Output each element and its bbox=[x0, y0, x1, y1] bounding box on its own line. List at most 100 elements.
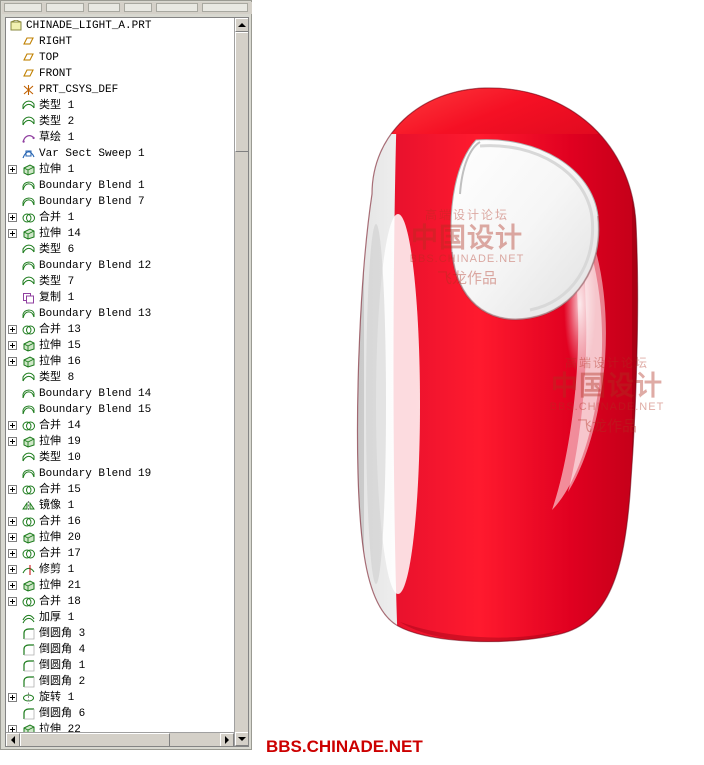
tree-expander-icon[interactable] bbox=[8, 229, 17, 238]
blend-icon bbox=[22, 404, 35, 416]
tree-row[interactable]: Boundary Blend 15 bbox=[6, 402, 234, 418]
tree-item-label: 类型 2 bbox=[39, 114, 74, 130]
tree-expander-icon[interactable] bbox=[8, 565, 17, 574]
tree-expander-icon[interactable] bbox=[8, 533, 17, 542]
tree-row[interactable]: Boundary Blend 13 bbox=[6, 306, 234, 322]
toolbar-segment-5[interactable] bbox=[156, 3, 198, 12]
tree-row[interactable]: 倒圆角 1 bbox=[6, 658, 234, 674]
tree-expander-icon[interactable] bbox=[8, 325, 17, 334]
tree-row[interactable]: 类型 1 bbox=[6, 98, 234, 114]
tree-expander-icon[interactable] bbox=[8, 517, 17, 526]
tree-expander-icon[interactable] bbox=[8, 485, 17, 494]
tree-row[interactable]: 拉伸 19 bbox=[6, 434, 234, 450]
toolbar-segment-4[interactable] bbox=[124, 3, 152, 12]
toolbar-segment-3[interactable] bbox=[88, 3, 120, 12]
tree-row[interactable]: 合并 15 bbox=[6, 482, 234, 498]
tree-item-label: 拉伸 14 bbox=[39, 226, 81, 242]
tree-row[interactable]: 拉伸 16 bbox=[6, 354, 234, 370]
tree-row[interactable]: Var Sect Sweep 1 bbox=[6, 146, 234, 162]
tree-row[interactable]: PRT_CSYS_DEF bbox=[6, 82, 234, 98]
tree-expander-icon[interactable] bbox=[8, 693, 17, 702]
tree-item-label: 倒圆角 4 bbox=[39, 642, 85, 658]
tree-row[interactable]: 合并 13 bbox=[6, 322, 234, 338]
tree-expander-icon[interactable] bbox=[8, 421, 17, 430]
scroll-thumb[interactable] bbox=[235, 32, 249, 152]
tree-row[interactable]: 拉伸 15 bbox=[6, 338, 234, 354]
tree-row[interactable]: 类型 7 bbox=[6, 274, 234, 290]
scroll-up-button[interactable] bbox=[235, 18, 249, 32]
tree-item-label: Boundary Blend 15 bbox=[39, 402, 151, 418]
tree-item-label: 合并 15 bbox=[39, 482, 81, 498]
tree-row[interactable]: 类型 6 bbox=[6, 242, 234, 258]
tree-expander-icon[interactable] bbox=[8, 341, 17, 350]
merge-icon bbox=[22, 516, 35, 528]
extrude-icon bbox=[22, 356, 35, 368]
tree-row[interactable]: Boundary Blend 14 bbox=[6, 386, 234, 402]
surface-icon bbox=[22, 100, 35, 112]
surface-icon bbox=[22, 452, 35, 464]
tree-expander-icon[interactable] bbox=[8, 581, 17, 590]
tree-row[interactable]: TOP bbox=[6, 50, 234, 66]
scroll-left-button[interactable] bbox=[6, 733, 20, 747]
tree-row[interactable]: 倒圆角 6 bbox=[6, 706, 234, 722]
tree-list-container: CHINADE_LIGHT_A.PRT RIGHTTOPFRONTPRT_CSY… bbox=[5, 17, 249, 747]
tree-expander-icon[interactable] bbox=[8, 437, 17, 446]
trim-icon bbox=[22, 564, 35, 576]
tree-item-label: PRT_CSYS_DEF bbox=[39, 82, 118, 98]
tree-item-label: 合并 16 bbox=[39, 514, 81, 530]
tree-expander-icon[interactable] bbox=[8, 597, 17, 606]
surface-icon bbox=[22, 116, 35, 128]
tree-row[interactable]: 镜像 1 bbox=[6, 498, 234, 514]
tree-expander-icon[interactable] bbox=[8, 357, 17, 366]
tree-row[interactable]: Boundary Blend 12 bbox=[6, 258, 234, 274]
toolbar-segment-6[interactable] bbox=[202, 3, 248, 12]
tree-expander-icon[interactable] bbox=[8, 165, 17, 174]
tree-row[interactable]: 旋转 1 bbox=[6, 690, 234, 706]
tree-vertical-scrollbar[interactable] bbox=[234, 18, 248, 746]
tree-row[interactable]: 合并 1 bbox=[6, 210, 234, 226]
tree-row[interactable]: Boundary Blend 7 bbox=[6, 194, 234, 210]
tree-row[interactable]: 加厚 1 bbox=[6, 610, 234, 626]
extrude-icon bbox=[22, 228, 35, 240]
tree-toolbar bbox=[2, 2, 252, 14]
tree-expander-icon[interactable] bbox=[8, 549, 17, 558]
scroll-down-button[interactable] bbox=[235, 732, 249, 746]
tree-row[interactable]: 拉伸 21 bbox=[6, 578, 234, 594]
tree-row[interactable]: 合并 14 bbox=[6, 418, 234, 434]
tree-row[interactable]: 类型 2 bbox=[6, 114, 234, 130]
blend-icon bbox=[22, 180, 35, 192]
tree-row[interactable]: FRONT bbox=[6, 66, 234, 82]
tree-row[interactable]: 拉伸 14 bbox=[6, 226, 234, 242]
scroll-thumb-horizontal[interactable] bbox=[20, 733, 170, 747]
bottle-3d-model[interactable] bbox=[280, 74, 680, 649]
tree-row[interactable]: 合并 16 bbox=[6, 514, 234, 530]
tree-row[interactable]: 类型 8 bbox=[6, 370, 234, 386]
tree-row[interactable]: 复制 1 bbox=[6, 290, 234, 306]
tree-row[interactable]: Boundary Blend 19 bbox=[6, 466, 234, 482]
tree-row[interactable]: 修剪 1 bbox=[6, 562, 234, 578]
tree-row[interactable]: 草绘 1 bbox=[6, 130, 234, 146]
tree-row[interactable]: RIGHT bbox=[6, 34, 234, 50]
toolbar-segment-2[interactable] bbox=[46, 3, 84, 12]
toolbar-segment-1[interactable] bbox=[4, 3, 42, 12]
tree-row[interactable]: 拉伸 20 bbox=[6, 530, 234, 546]
tree-row[interactable]: 合并 17 bbox=[6, 546, 234, 562]
tree-row[interactable]: 倒圆角 3 bbox=[6, 626, 234, 642]
tree-row[interactable]: 合并 18 bbox=[6, 594, 234, 610]
tree-expander-icon[interactable] bbox=[8, 213, 17, 222]
tree-row-root[interactable]: CHINADE_LIGHT_A.PRT bbox=[6, 18, 234, 34]
tree-horizontal-scrollbar[interactable] bbox=[6, 732, 234, 746]
tree-row[interactable]: 倒圆角 2 bbox=[6, 674, 234, 690]
tree-item-label: 拉伸 16 bbox=[39, 354, 81, 370]
scroll-right-button[interactable] bbox=[220, 733, 234, 747]
tree-row[interactable]: 类型 10 bbox=[6, 450, 234, 466]
tree-item-label: Boundary Blend 1 bbox=[39, 178, 145, 194]
tree-row[interactable]: 拉伸 1 bbox=[6, 162, 234, 178]
tree-row[interactable]: Boundary Blend 1 bbox=[6, 178, 234, 194]
tree-item-label: 拉伸 20 bbox=[39, 530, 81, 546]
graphics-viewport[interactable]: 高端设计论坛 中国设计 BBS.CHINADE.NET 飞龙作品 高端设计论坛 … bbox=[252, 0, 704, 765]
tree-item-label: TOP bbox=[39, 50, 59, 66]
tree-row[interactable]: 倒圆角 4 bbox=[6, 642, 234, 658]
round-icon bbox=[22, 660, 35, 672]
tree-item-label: 修剪 1 bbox=[39, 562, 74, 578]
